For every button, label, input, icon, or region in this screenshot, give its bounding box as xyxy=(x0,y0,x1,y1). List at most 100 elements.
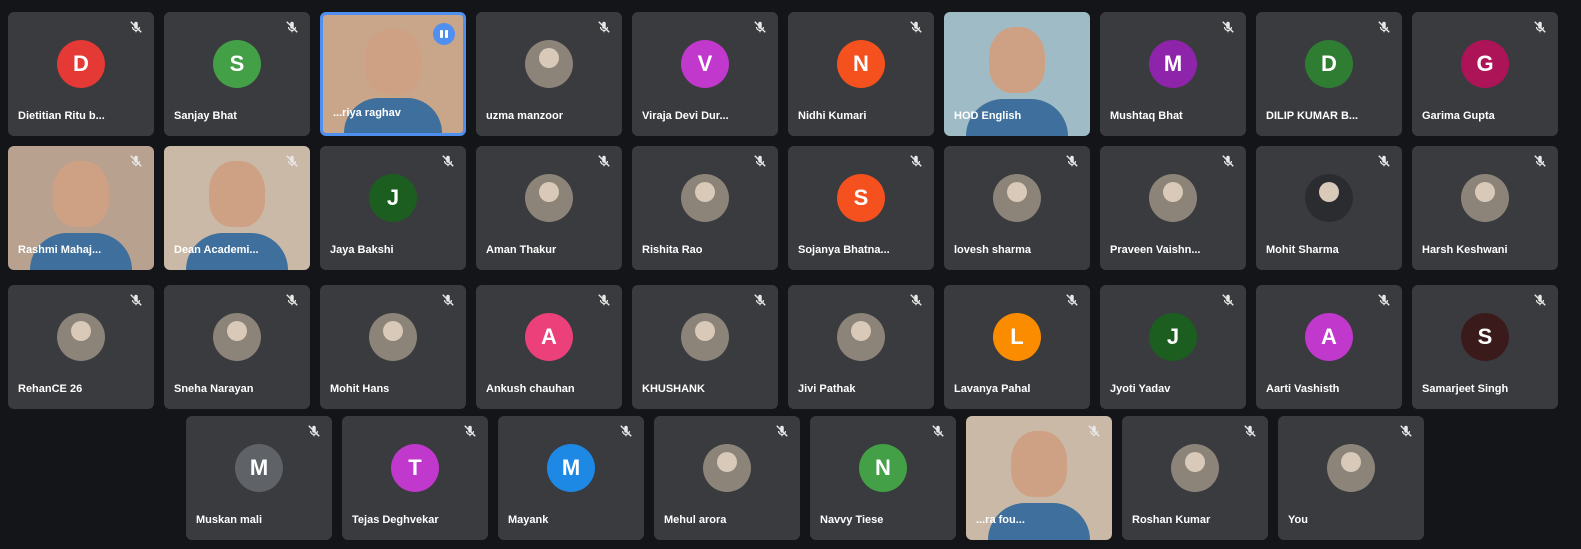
participant-name: Samarjeet Singh xyxy=(1422,383,1509,395)
participant-name: Jaya Bakshi xyxy=(330,244,394,256)
mic-off-icon xyxy=(284,20,300,36)
participant-name: Jivi Pathak xyxy=(798,383,856,395)
participant-name: Dietitian Ritu b... xyxy=(18,110,105,122)
participant-name: Rishita Rao xyxy=(642,244,703,256)
participant-tile[interactable]: Rishita Rao xyxy=(632,146,778,270)
participant-name: HOD English xyxy=(954,110,1022,122)
mic-off-icon xyxy=(284,293,300,309)
mic-off-icon xyxy=(128,293,144,309)
participant-name: Mohit Hans xyxy=(330,383,390,395)
participant-avatar: N xyxy=(859,444,907,493)
participant-name: Nidhi Kumari xyxy=(798,110,867,122)
mic-off-icon xyxy=(1220,20,1236,36)
participant-tile[interactable]: A Ankush chauhan xyxy=(476,285,622,409)
participant-avatar: J xyxy=(1149,313,1197,362)
participant-tile[interactable]: S Sanjay Bhat xyxy=(164,12,310,136)
participant-tile[interactable]: You xyxy=(1278,416,1424,540)
participant-name: Ankush chauhan xyxy=(486,383,575,395)
participant-avatar xyxy=(525,174,573,223)
participant-tile[interactable]: uzma manzoor xyxy=(476,12,622,136)
participant-tile[interactable]: Rashmi Mahaj... xyxy=(8,146,154,270)
participant-tile[interactable]: Roshan Kumar xyxy=(1122,416,1268,540)
participant-avatar: V xyxy=(681,40,729,89)
mic-off-icon xyxy=(1242,424,1258,440)
mic-off-icon xyxy=(462,424,478,440)
participant-video-face xyxy=(209,160,265,227)
participant-tile[interactable]: lovesh sharma xyxy=(944,146,1090,270)
participant-avatar xyxy=(1461,174,1509,223)
participant-tile[interactable]: D DILIP KUMAR B... xyxy=(1256,12,1402,136)
participant-avatar: J xyxy=(369,174,417,223)
participant-tile[interactable]: V Viraja Devi Dur... xyxy=(632,12,778,136)
mic-off-icon xyxy=(440,293,456,309)
participant-tile[interactable]: HOD English xyxy=(944,12,1090,136)
participant-avatar xyxy=(369,313,417,362)
mic-off-icon xyxy=(1064,154,1080,170)
participant-tile[interactable]: M Mushtaq Bhat xyxy=(1100,12,1246,136)
participant-tile[interactable]: L Lavanya Pahal xyxy=(944,285,1090,409)
participant-avatar: D xyxy=(57,40,105,89)
participant-tile[interactable]: G Garima Gupta xyxy=(1412,12,1558,136)
participant-tile[interactable]: Harsh Keshwani xyxy=(1412,146,1558,270)
participant-name: Roshan Kumar xyxy=(1132,514,1211,526)
participant-avatar: S xyxy=(837,174,885,223)
participant-name: ...ra fou... xyxy=(976,514,1025,526)
participant-tile[interactable]: S Sojanya Bhatna... xyxy=(788,146,934,270)
mic-off-icon xyxy=(618,424,634,440)
participant-tile[interactable]: N Nidhi Kumari xyxy=(788,12,934,136)
participant-tile[interactable]: ...ra fou... xyxy=(966,416,1112,540)
participant-avatar xyxy=(703,444,751,493)
participant-avatar xyxy=(681,174,729,223)
participant-tile[interactable]: M Mayank xyxy=(498,416,644,540)
mic-off-icon xyxy=(1376,154,1392,170)
participant-tile[interactable]: A Aarti Vashisth xyxy=(1256,285,1402,409)
participant-tile[interactable]: Dean Academi... xyxy=(164,146,310,270)
mic-off-icon xyxy=(1532,20,1548,36)
participant-video-face xyxy=(53,160,109,227)
mic-off-icon xyxy=(596,293,612,309)
participant-tile[interactable]: J Jaya Bakshi xyxy=(320,146,466,270)
participant-video-face xyxy=(1011,430,1067,497)
participant-name: Muskan mali xyxy=(196,514,263,526)
participant-name: Harsh Keshwani xyxy=(1422,244,1508,256)
participant-name: DILIP KUMAR B... xyxy=(1266,110,1359,122)
participant-tile[interactable]: RehanCE 26 xyxy=(8,285,154,409)
participant-tile[interactable]: S Samarjeet Singh xyxy=(1412,285,1558,409)
participant-avatar xyxy=(57,313,105,362)
mic-off-icon xyxy=(596,20,612,36)
participant-avatar xyxy=(1149,174,1197,223)
participant-name: Tejas Deghvekar xyxy=(352,514,439,526)
participant-tile[interactable]: Aman Thakur xyxy=(476,146,622,270)
participant-tile[interactable]: D Dietitian Ritu b... xyxy=(8,12,154,136)
participant-tile[interactable]: ...riya raghav xyxy=(320,12,466,136)
participant-tile[interactable]: M Muskan mali xyxy=(186,416,332,540)
participant-name: Lavanya Pahal xyxy=(954,383,1031,395)
participant-avatar: L xyxy=(993,313,1041,362)
mic-off-icon xyxy=(908,154,924,170)
mic-off-icon xyxy=(306,424,322,440)
participant-tile[interactable]: J Jyoti Yadav xyxy=(1100,285,1246,409)
participant-tile[interactable]: Jivi Pathak xyxy=(788,285,934,409)
participant-name: Aarti Vashisth xyxy=(1266,383,1340,395)
participant-avatar: M xyxy=(547,444,595,493)
participant-tile[interactable]: Praveen Vaishn... xyxy=(1100,146,1246,270)
mic-off-icon xyxy=(1086,424,1102,440)
participant-avatar: T xyxy=(391,444,439,493)
participant-name: Mohit Sharma xyxy=(1266,244,1339,256)
mic-off-icon xyxy=(752,20,768,36)
participant-avatar: A xyxy=(525,313,573,362)
mic-off-icon xyxy=(908,20,924,36)
participant-tile[interactable]: KHUSHANK xyxy=(632,285,778,409)
participant-tile[interactable]: T Tejas Deghvekar xyxy=(342,416,488,540)
participant-tile[interactable]: N Navvy Tiese xyxy=(810,416,956,540)
participant-avatar: A xyxy=(1305,313,1353,362)
participant-avatar xyxy=(213,313,261,362)
participant-name: Garima Gupta xyxy=(1422,110,1495,122)
participant-tile[interactable]: Mehul arora xyxy=(654,416,800,540)
participant-name: Sojanya Bhatna... xyxy=(798,244,890,256)
participant-tile[interactable]: Mohit Hans xyxy=(320,285,466,409)
participant-tile[interactable]: Sneha Narayan xyxy=(164,285,310,409)
mic-off-icon xyxy=(1398,424,1414,440)
participant-name: Sneha Narayan xyxy=(174,383,254,395)
participant-tile[interactable]: Mohit Sharma xyxy=(1256,146,1402,270)
